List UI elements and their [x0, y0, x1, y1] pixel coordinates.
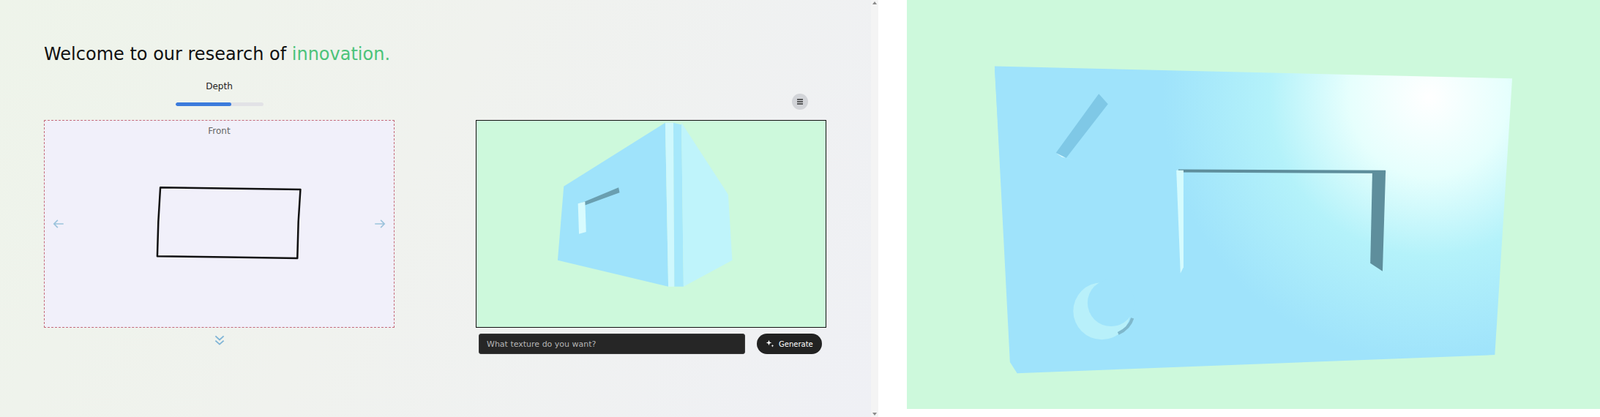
sketch-canvas[interactable]: Front [43, 120, 395, 328]
view-label: Front [44, 125, 394, 137]
divider [878, 0, 907, 417]
model-drawing [476, 120, 826, 328]
sketch-column: Depth Front [43, 74, 395, 355]
preview-column: Generate [475, 74, 827, 355]
menu-icon [795, 97, 805, 107]
scroll-down-icon[interactable] [872, 412, 877, 416]
scroll-up-icon[interactable] [872, 1, 877, 5]
scrollbar[interactable] [870, 0, 879, 417]
previous-view-button[interactable] [50, 215, 67, 233]
render-view[interactable] [906, 0, 1600, 410]
depth-label: Depth [205, 80, 233, 93]
arrow-right-icon [373, 217, 387, 231]
page-content: Welcome to our research of innovation. De… [0, 0, 871, 417]
depth-control: Depth [43, 74, 395, 121]
generate-button[interactable]: Generate [756, 333, 822, 355]
sparkle-icon [765, 339, 775, 349]
texture-row: Generate [475, 327, 827, 355]
web-page: Welcome to our research of innovation. De… [0, 0, 879, 417]
sketch-drawing [44, 120, 394, 328]
model-preview[interactable] [475, 120, 827, 328]
preview-toolbar [475, 74, 827, 121]
menu-button[interactable] [791, 93, 809, 110]
depth-slider-fill [175, 102, 233, 107]
arrow-left-icon [51, 217, 66, 231]
editor-columns: Depth Front Generate [43, 74, 871, 355]
title-highlight: innovation. [292, 43, 391, 65]
next-view-button[interactable] [371, 215, 388, 233]
rendered-plane [906, 0, 1600, 410]
screen: Welcome to our research of innovation. De… [0, 0, 1600, 417]
depth-slider[interactable] [175, 102, 264, 107]
texture-input[interactable] [478, 333, 746, 355]
expand-row [43, 327, 395, 347]
double-chevron-down-icon [212, 333, 227, 347]
page-title: Welcome to our research of innovation. [43, 42, 871, 66]
